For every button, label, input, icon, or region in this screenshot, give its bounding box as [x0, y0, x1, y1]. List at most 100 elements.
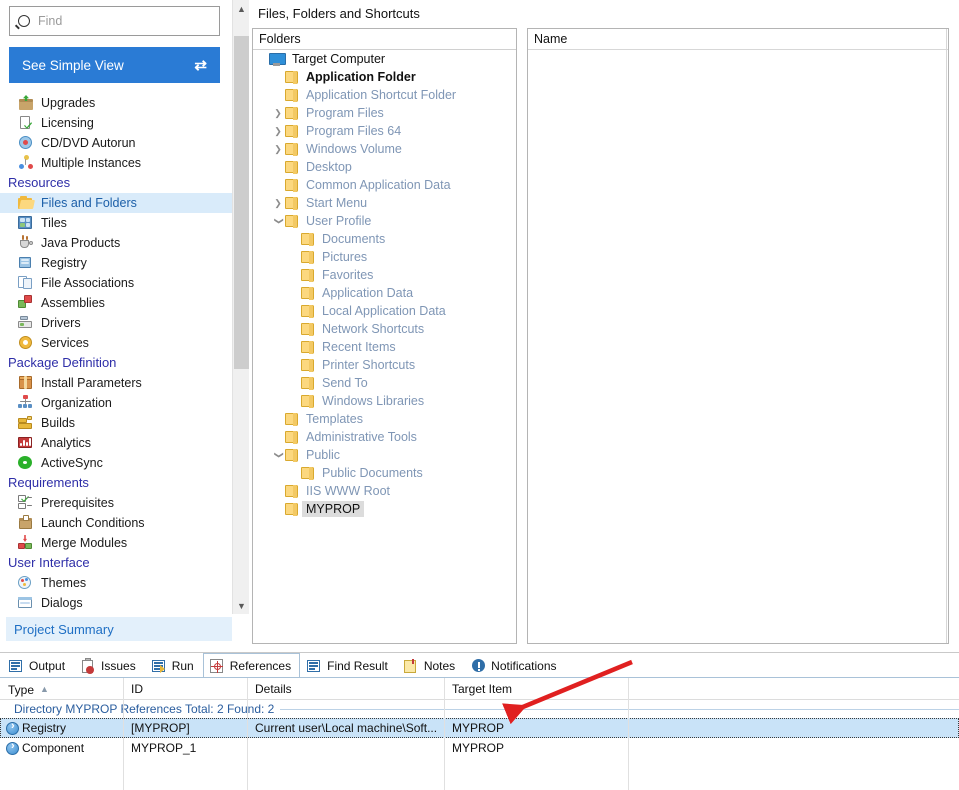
chevron-right-icon[interactable]: ❯ [271, 104, 285, 122]
column-divider[interactable] [123, 678, 124, 790]
project-summary-label: Project Summary [14, 621, 114, 637]
column-divider[interactable] [628, 678, 629, 790]
sidebar-item-label: Merge Modules [41, 536, 128, 550]
sidebar-item-services[interactable]: Services [0, 333, 232, 353]
column-divider[interactable] [247, 678, 248, 790]
tab-issues[interactable]: Issues [74, 654, 145, 677]
tree-item[interactable]: Network Shortcuts [253, 320, 516, 338]
tree-item[interactable]: Documents [253, 230, 516, 248]
column-header-target-item[interactable]: Target Item [444, 678, 512, 700]
application-window: See Simple View ⇄ Upgrades Licensing CD/DV… [0, 0, 959, 790]
tab-references[interactable]: References [202, 653, 301, 678]
tab-find-result[interactable]: Find Result [300, 654, 397, 677]
tab-label: Issues [101, 659, 136, 673]
sidebar-item-launch-conditions[interactable]: Launch Conditions [0, 513, 232, 533]
sidebar-item-merge-modules[interactable]: Merge Modules [0, 533, 232, 553]
column-header-label: ID [131, 682, 143, 696]
sidebar-item-java-products[interactable]: Java Products [0, 233, 232, 253]
sidebar-group-requirements: Requirements [8, 475, 89, 490]
sidebar-item-activesync[interactable]: ActiveSync [0, 453, 232, 473]
tree-item[interactable]: ❯ Start Menu [253, 194, 516, 212]
folder-icon [301, 467, 314, 480]
sidebar-item-dialogs[interactable]: Dialogs [0, 593, 232, 613]
sidebar-item-organization[interactable]: Organization [0, 393, 232, 413]
assemblies-icon [18, 295, 34, 311]
sidebar-scrollbar[interactable]: ▲ ▼ [232, 0, 249, 614]
sidebar-item-label: Licensing [41, 116, 94, 130]
tree-item[interactable]: Printer Shortcuts [253, 356, 516, 374]
tree-item[interactable]: ❯ Program Files [253, 104, 516, 122]
tree-item[interactable]: Common Application Data [253, 176, 516, 194]
column-header-details[interactable]: Details [247, 678, 292, 700]
sidebar-item-themes[interactable]: Themes [0, 573, 232, 593]
scroll-down-icon[interactable]: ▼ [233, 597, 250, 614]
scroll-up-icon[interactable]: ▲ [233, 0, 250, 17]
tree-item[interactable]: Pictures [253, 248, 516, 266]
tree-item[interactable]: Application Folder [253, 68, 516, 86]
chevron-right-icon[interactable]: ❯ [271, 194, 285, 212]
folder-icon [285, 413, 298, 426]
sidebar-item-builds[interactable]: Builds [0, 413, 232, 433]
sidebar-item-multiple-instances[interactable]: Multiple Instances [0, 153, 232, 173]
tab-label: Notifications [491, 659, 557, 673]
sidebar-item-prerequisites[interactable]: Prerequisites [0, 493, 232, 513]
folder-icon [285, 215, 298, 228]
folders-column-header[interactable]: Folders [253, 29, 516, 50]
chevron-right-icon[interactable]: ❯ [271, 122, 285, 140]
sidebar-item-drivers[interactable]: Drivers [0, 313, 232, 333]
column-header-id[interactable]: ID [123, 678, 143, 700]
tab-notifications[interactable]: Notifications [464, 654, 565, 677]
tree-item-label: Target Computer [292, 52, 386, 66]
project-summary-link[interactable]: Project Summary [6, 617, 232, 641]
folder-icon [301, 251, 314, 264]
sidebar-item-licensing[interactable]: Licensing [0, 113, 232, 133]
column-header-type[interactable]: Type ▲ [0, 678, 49, 700]
scrollbar-thumb[interactable] [234, 36, 249, 369]
sidebar-item-analytics[interactable]: Analytics [0, 433, 232, 453]
tree-item[interactable]: Application Shortcut Folder [253, 86, 516, 104]
tree-item-label: Desktop [306, 160, 352, 174]
column-separator[interactable] [946, 29, 947, 643]
tree-item[interactable]: Windows Libraries [253, 392, 516, 410]
tree-item[interactable]: Recent Items [253, 338, 516, 356]
tab-run[interactable]: Run [145, 654, 203, 677]
see-simple-view-button[interactable]: See Simple View ⇄ [9, 47, 220, 83]
sidebar-item-registry[interactable]: Registry [0, 253, 232, 273]
tree-item[interactable]: Desktop [253, 158, 516, 176]
tab-output[interactable]: Output [2, 654, 74, 677]
sidebar-item-tiles[interactable]: Tiles [0, 213, 232, 233]
tree-item[interactable]: ❯ Windows Volume [253, 140, 516, 158]
sidebar-item-install-parameters[interactable]: Install Parameters [0, 373, 232, 393]
tree-item[interactable]: Local Application Data [253, 302, 516, 320]
sidebar-item-file-associations[interactable]: File Associations [0, 273, 232, 293]
sidebar-item-files-and-folders[interactable]: Files and Folders [0, 193, 232, 213]
chevron-right-icon[interactable]: ❯ [271, 140, 285, 158]
name-column-header[interactable]: Name [528, 29, 948, 50]
cell-type: Registry [22, 721, 67, 735]
tree-item[interactable]: IIS WWW Root [253, 482, 516, 500]
table-row[interactable]: Component MYPROP_1 MYPROP [0, 738, 959, 758]
tree-item[interactable]: Administrative Tools [253, 428, 516, 446]
tree-item[interactable]: ❮ Public [253, 446, 516, 464]
sidebar-item-assemblies[interactable]: Assemblies [0, 293, 232, 313]
search-input[interactable] [36, 13, 201, 29]
tree-item[interactable]: Templates [253, 410, 516, 428]
tree-item[interactable]: Application Data [253, 284, 516, 302]
tree-item[interactable]: ❯ Program Files 64 [253, 122, 516, 140]
tree-item[interactable]: Favorites [253, 266, 516, 284]
services-gear-icon [18, 335, 34, 351]
sidebar-item-label: Registry [41, 256, 87, 270]
tree-item[interactable]: MYPROP [253, 500, 516, 518]
sidebar-item-cd-dvd-autorun[interactable]: CD/DVD Autorun [0, 133, 232, 153]
tab-notes[interactable]: Notes [397, 654, 464, 677]
column-divider[interactable] [444, 678, 445, 790]
tree-item[interactable]: Public Documents [253, 464, 516, 482]
tree-item[interactable]: Send To [253, 374, 516, 392]
table-row[interactable]: Registry [MYPROP] Current user\Local machi… [0, 718, 959, 738]
tree-item[interactable]: Target Computer [253, 50, 516, 68]
tree-item[interactable]: ❮ User Profile [253, 212, 516, 230]
sidebar-item-upgrades[interactable]: Upgrades [0, 93, 232, 113]
search-box[interactable] [9, 6, 220, 36]
